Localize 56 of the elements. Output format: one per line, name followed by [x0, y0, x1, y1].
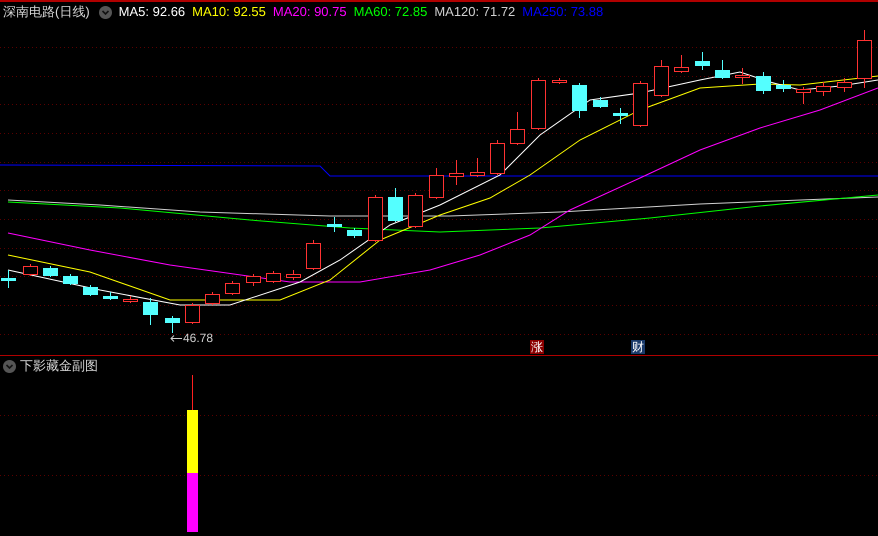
candlestick: [756, 72, 771, 94]
candlestick: [674, 54, 689, 74]
candlestick: [776, 80, 791, 92]
candlestick: [593, 96, 608, 108]
candlestick: [23, 264, 38, 276]
indicator-title: 下影藏金副图: [20, 357, 98, 375]
ma-legend-label: MA60: 72.85: [354, 3, 428, 21]
ma-legend-label: MA120: 71.72: [434, 3, 516, 21]
candlestick: [327, 216, 342, 232]
ma-legend-label: MA20: 90.75: [272, 3, 347, 21]
candlestick: [388, 188, 403, 222]
candlestick: [83, 284, 98, 296]
event-badge[interactable]: 涨: [530, 340, 544, 354]
candlestick: [531, 78, 546, 130]
candlestick: [470, 158, 485, 178]
candlestick: [205, 292, 220, 306]
candlestick: [449, 160, 464, 186]
candlestick: [63, 274, 78, 286]
candlestick: [143, 298, 158, 326]
ma-legend-label: MA5: 92.66: [118, 3, 186, 21]
candlestick: [266, 270, 281, 284]
candlestick: [286, 270, 301, 280]
ma-legend-label: MA250: 73.88: [522, 3, 604, 21]
candlestick: [408, 192, 423, 228]
candlestick: [510, 112, 525, 146]
candlestick: [306, 240, 321, 270]
ma-legend-label: MA10: 92.55: [192, 3, 266, 21]
candlestick: [368, 194, 383, 242]
event-badge[interactable]: 财: [631, 340, 645, 354]
candlestick: [225, 280, 240, 296]
candlestick: [816, 82, 831, 96]
candlestick: [246, 274, 261, 286]
candlestick: [857, 30, 872, 88]
candlestick: [695, 52, 710, 70]
candlestick: [654, 60, 669, 98]
candlestick: [837, 78, 852, 92]
candlestick: [185, 302, 200, 324]
candlestick: [572, 82, 587, 118]
candlestick: [735, 68, 750, 84]
collapse-icon[interactable]: [3, 360, 16, 372]
stock-title: 深南电路(日线): [3, 3, 90, 21]
candlestick: [123, 296, 138, 304]
candlestick: [613, 108, 628, 124]
candlestick: [347, 228, 362, 238]
collapse-icon[interactable]: [98, 6, 112, 18]
candlestick: [1, 270, 16, 288]
candlestick: [796, 86, 811, 104]
arrow-left-icon: [170, 334, 182, 342]
candlestick: [633, 80, 648, 128]
low-price-label: 46.78: [183, 331, 214, 345]
candlestick: [103, 292, 118, 300]
candlestick: [165, 316, 180, 334]
candlestick: [715, 60, 730, 80]
candlestick: [43, 266, 58, 278]
candlestick: [429, 168, 444, 200]
candlestick: [490, 140, 505, 176]
